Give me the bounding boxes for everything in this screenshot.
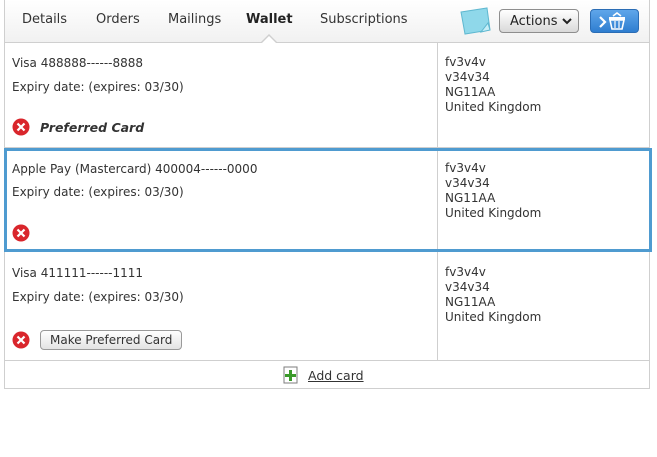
basket-icon [599,12,625,30]
address-line: v34v34 [445,280,490,294]
tab-mailings[interactable]: Mailings [168,12,221,27]
delete-icon[interactable] [12,224,30,242]
delete-icon[interactable] [12,331,30,349]
chevron-down-icon [562,18,572,25]
card-expiry: Expiry date: (expires: 03/30) [12,185,184,199]
card-row: Visa 488888------8888 Expiry date: (expi… [5,42,649,148]
tab-subscriptions[interactable]: Subscriptions [320,12,408,27]
address-line: fv3v4v [445,161,486,175]
tab-wallet[interactable]: Wallet [246,12,293,27]
address-line: United Kingdom [445,100,542,114]
sticky-note-icon[interactable] [457,6,493,36]
actions-label: Actions [510,13,558,29]
card-name: Apple Pay (Mastercard) 400004------0000 [12,162,258,176]
address-line: NG11AA [445,85,496,99]
basket-button[interactable] [590,9,639,33]
tab-bar: Details Orders Mailings Wallet Subscript… [5,0,649,43]
address-line: United Kingdom [445,206,542,220]
make-preferred-card-button[interactable]: Make Preferred Card [40,330,183,350]
card-expiry: Expiry date: (expires: 03/30) [12,80,184,94]
card-row: Visa 411111------1111 Expiry date: (expi… [5,252,649,361]
address-line: NG11AA [445,191,496,205]
billing-address: fv3v4v v34v34 NG11AA United Kingdom [438,148,649,251]
add-card-row: Add card [5,361,649,388]
address-line: fv3v4v [445,265,486,279]
billing-address: fv3v4v v34v34 NG11AA United Kingdom [438,42,649,147]
address-line: NG11AA [445,295,496,309]
delete-icon[interactable] [12,118,30,136]
preferred-card-label: Preferred Card [40,120,145,135]
card-expiry: Expiry date: (expires: 03/30) [12,290,184,304]
address-line: fv3v4v [445,55,486,69]
add-card-icon[interactable] [283,366,299,384]
card-row-selected[interactable]: Apple Pay (Mastercard) 400004------0000 … [5,148,649,252]
tab-orders[interactable]: Orders [96,12,140,27]
wallet-panel: Details Orders Mailings Wallet Subscript… [4,0,652,389]
tab-details[interactable]: Details [22,12,67,27]
card-name: Visa 411111------1111 [12,266,144,280]
address-line: v34v34 [445,176,490,190]
add-card-link[interactable]: Add card [308,368,364,383]
billing-address: fv3v4v v34v34 NG11AA United Kingdom [438,252,649,360]
address-line: United Kingdom [445,310,542,324]
actions-dropdown[interactable]: Actions [499,9,579,33]
address-line: v34v34 [445,70,490,84]
card-name: Visa 488888------8888 [12,56,144,70]
